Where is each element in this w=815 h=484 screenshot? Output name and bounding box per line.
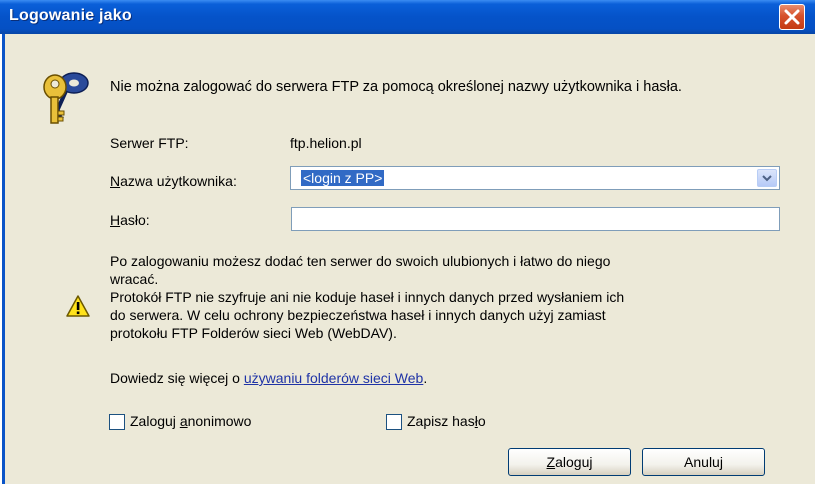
webdav-help-link[interactable]: używaniu folderów sieci Web (244, 370, 424, 386)
info-line-5: protokołu FTP Folderów sieci Web (WebDAV… (110, 325, 397, 341)
password-label: Hasło: (110, 212, 150, 228)
anonymous-checkbox[interactable] (109, 414, 125, 430)
anonymous-label[interactable]: Zaloguj anonimowo (130, 413, 251, 429)
username-value: <login z PP> (301, 170, 385, 186)
save-password-checkbox[interactable] (386, 414, 402, 430)
info-line-2: wracać. (110, 271, 159, 287)
warning-icon (66, 295, 90, 317)
keys-icon (43, 72, 89, 124)
server-value: ftp.helion.pl (290, 135, 362, 151)
window-title: Logowanie jako (9, 7, 132, 24)
dropdown-button[interactable] (757, 169, 777, 187)
title-bar[interactable]: Logowanie jako (0, 0, 815, 34)
dialog-body: Nie można zalogować do serwera FTP za po… (2, 34, 815, 484)
login-button[interactable]: Zaloguj (508, 448, 631, 476)
info-line-3: Protokół FTP nie szyfruje ani nie koduje… (110, 289, 625, 305)
login-dialog: Logowanie jako Nie można zalogować do se… (0, 0, 815, 484)
close-icon (784, 9, 800, 25)
chevron-down-icon (762, 175, 772, 182)
password-field[interactable] (291, 207, 780, 231)
info-line-1: Po zalogowaniu możesz dodać ten serwer d… (110, 253, 611, 269)
save-password-label[interactable]: Zapisz hasło (407, 413, 486, 429)
learn-more-text: Dowiedz się więcej o używaniu folderów s… (110, 370, 428, 386)
close-button[interactable] (779, 4, 805, 30)
username-label: Nazwa użytkownika: (110, 173, 237, 189)
cancel-button[interactable]: Anuluj (642, 448, 765, 476)
error-message: Nie można zalogować do serwera FTP za po… (110, 79, 682, 95)
info-line-4: do serwera. W celu ochrony bezpieczeństw… (110, 307, 606, 323)
server-label: Serwer FTP: (110, 135, 189, 151)
username-combobox[interactable]: <login z PP> (290, 166, 780, 190)
